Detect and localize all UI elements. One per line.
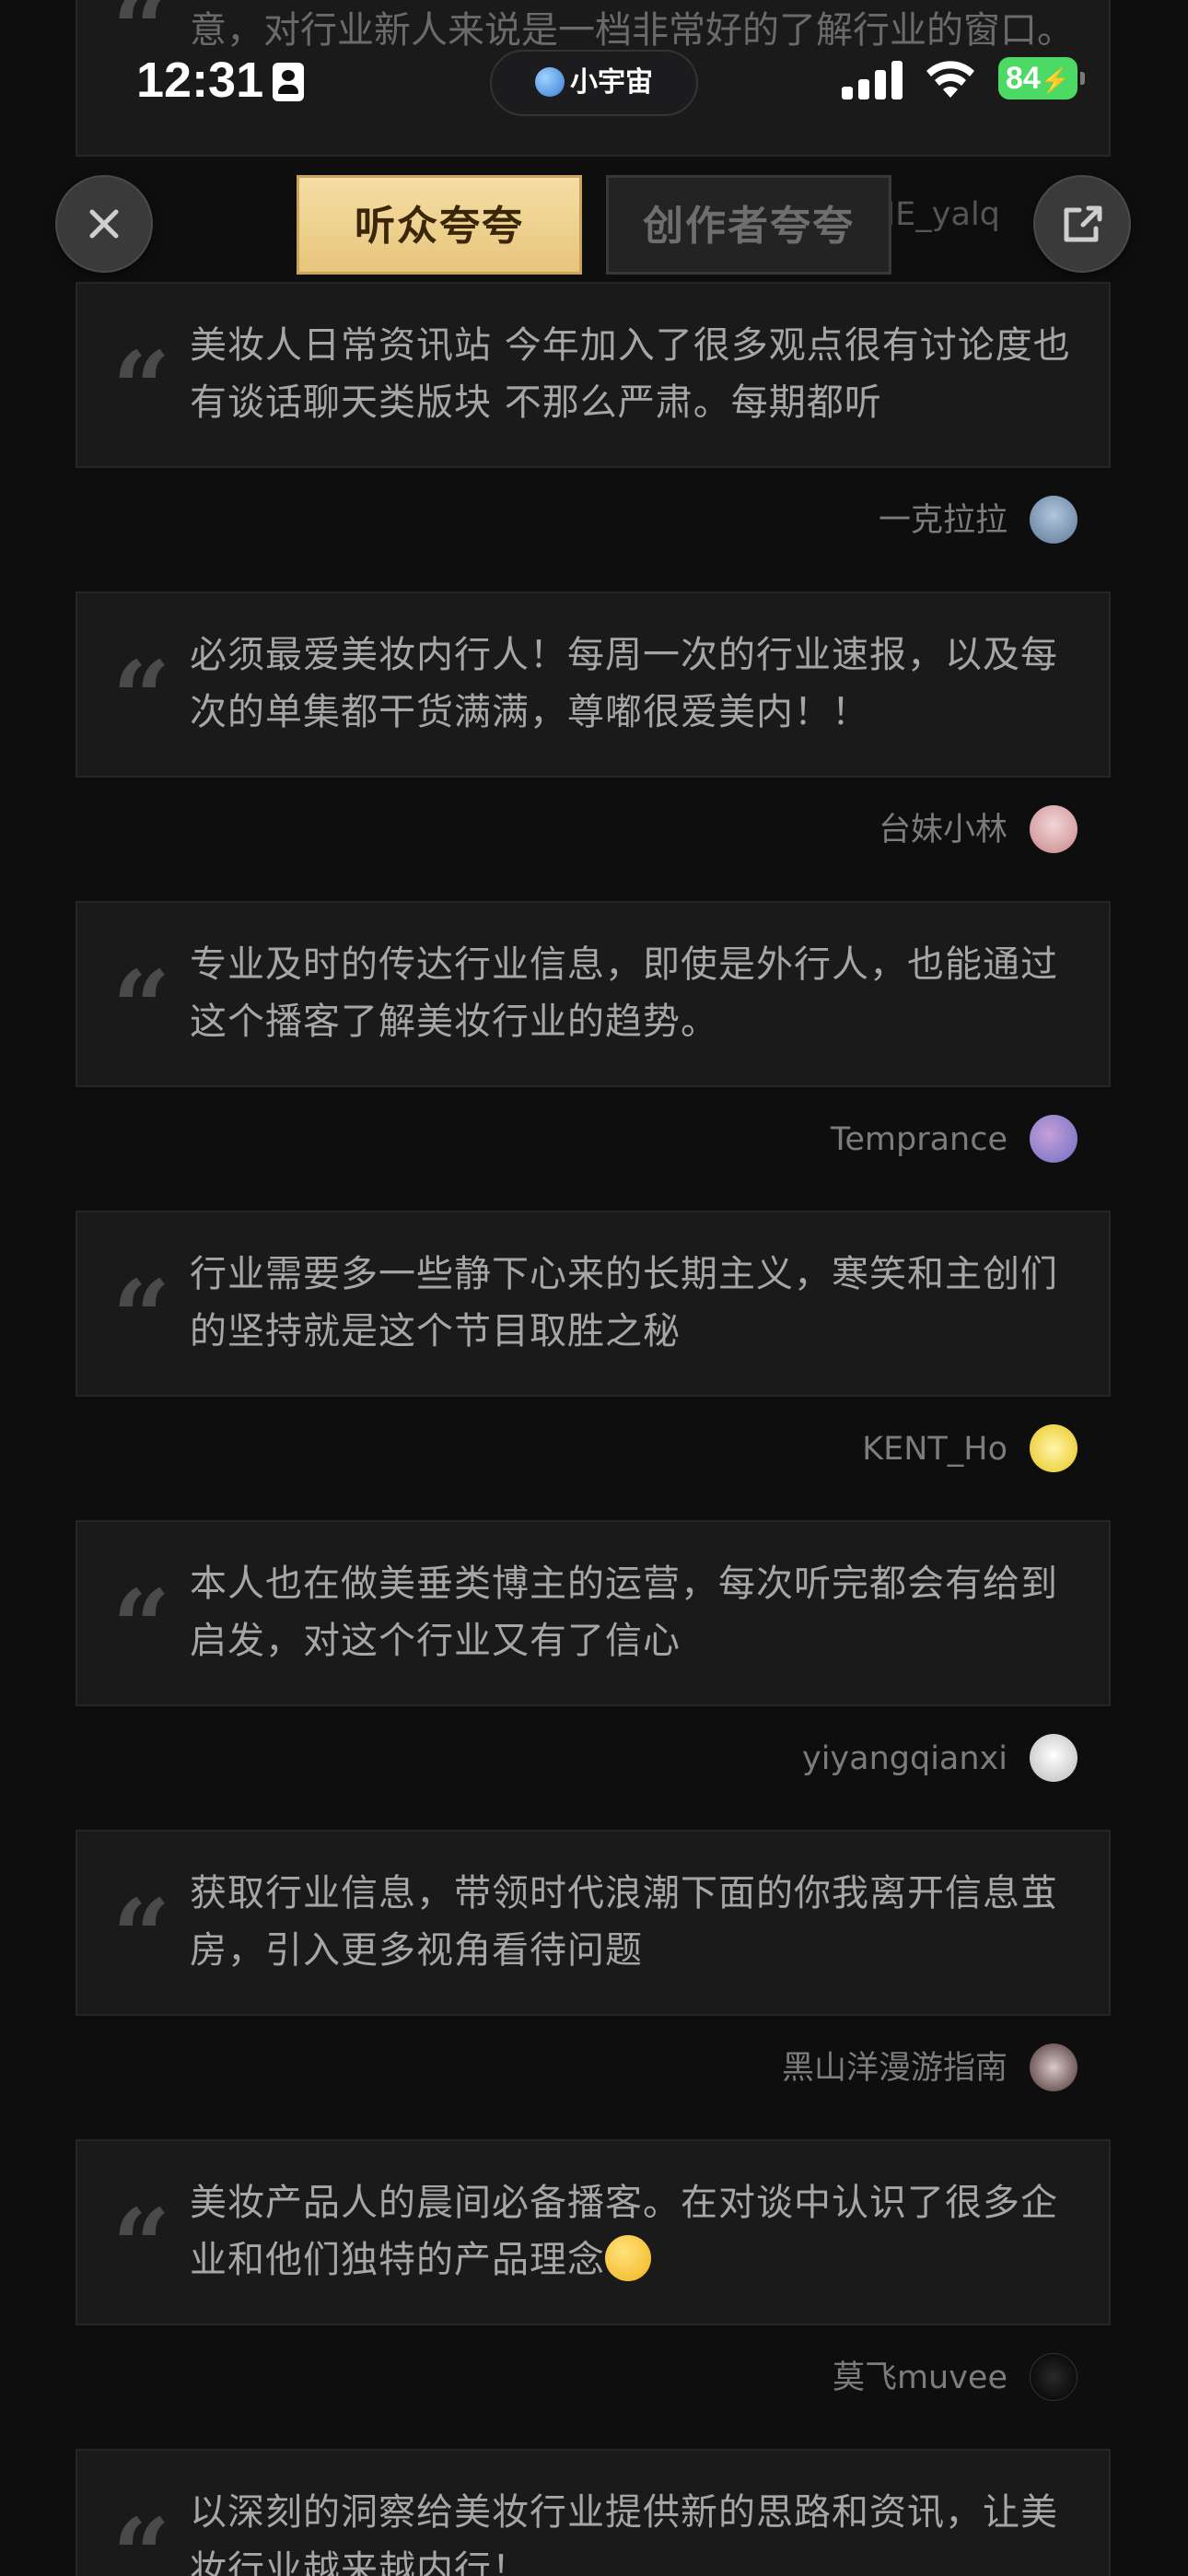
- quote-icon: “: [112, 948, 171, 1067]
- review-text: 必须最爱美妆内行人！每周一次的行业速报，以及每次的单集都干货满满，尊嘟很爱美内！…: [190, 634, 1058, 733]
- star-struck-emoji-icon: [605, 2235, 651, 2281]
- screen: “ 意，对行业新人来说是一档非常好的了解行业的窗口。 NE_yalq 12:31…: [0, 0, 1188, 2576]
- review-card: “ 必须最爱美妆内行人！每周一次的行业速报，以及每次的单集都干货满满，尊嘟很爱美…: [76, 591, 1111, 778]
- review-text: 获取行业信息，带领时代浪潮下面的你我离开信息茧房，引入更多视角看待问题: [190, 1872, 1058, 1972]
- review-card: “ 美妆人日常资讯站 今年加入了很多观点很有讨论度也有谈话聊天类版块 不那么严肃…: [76, 282, 1111, 468]
- review-card: “ 行业需要多一些静下心来的长期主义，寒笑和主创们的坚持就是这个节目取胜之秘: [76, 1211, 1111, 1397]
- avatar[interactable]: [1030, 1424, 1077, 1472]
- status-time: 12:31: [136, 53, 264, 108]
- review-author: Temprance: [830, 1121, 1007, 1158]
- planet-icon: [535, 67, 565, 97]
- quote-icon: “: [112, 2186, 171, 2305]
- review-card: “ 本人也在做美垂类博主的运营，每次听完都会有给到启发，对这个行业又有了信心: [76, 1520, 1111, 1706]
- review-card: “ 美妆产品人的晨间必备播客。在对谈中认识了很多企业和他们独特的产品理念: [76, 2139, 1111, 2325]
- review-card: “ 以深刻的洞察给美妆行业提供新的思路和资讯，让美妆行业越来越内行！: [76, 2449, 1111, 2576]
- review-author: 黑山洋漫游指南: [781, 2050, 1007, 2087]
- tab-listeners[interactable]: 听众夸夸: [297, 175, 582, 275]
- battery-icon: 84⚡: [998, 57, 1085, 100]
- island-label: 小宇宙: [570, 66, 653, 99]
- review-text: 本人也在做美垂类博主的运营，每次听完都会有给到启发，对这个行业又有了信心: [190, 1563, 1058, 1662]
- review-author: 台妹小林: [878, 812, 1007, 849]
- review-text: 以深刻的洞察给美妆行业提供新的思路和资讯，让美妆行业越来越内行！: [190, 2491, 1058, 2576]
- close-button[interactable]: [55, 175, 153, 273]
- review-author: KENT_Ho: [862, 1431, 1007, 1468]
- review-text: 美妆人日常资讯站 今年加入了很多观点很有讨论度也有谈话聊天类版块 不那么严肃。每…: [190, 324, 1071, 424]
- battery-level: 84: [1006, 61, 1041, 96]
- share-button[interactable]: [1033, 175, 1131, 273]
- review-text: 行业需要多一些静下心来的长期主义，寒笑和主创们的坚持就是这个节目取胜之秘: [190, 1253, 1058, 1352]
- review-author: yiyangqianxi: [801, 1740, 1007, 1777]
- review-text: 美妆产品人的晨间必备播客。在对谈中认识了很多企业和他们独特的产品理念: [190, 2174, 1074, 2289]
- app-island[interactable]: 小宇宙: [490, 50, 698, 116]
- quote-icon: “: [112, 2496, 171, 2576]
- quote-icon: “: [112, 1877, 171, 1996]
- review-card: “ 专业及时的传达行业信息，即使是外行人，也能通过这个播客了解美妆行业的趋势。: [76, 901, 1111, 1087]
- wifi-icon: [926, 61, 974, 98]
- tab-creators[interactable]: 创作者夸夸: [606, 175, 891, 275]
- avatar[interactable]: [1030, 2043, 1077, 2091]
- review-card: “ 获取行业信息，带领时代浪潮下面的你我离开信息茧房，引入更多视角看待问题: [76, 1830, 1111, 2016]
- avatar[interactable]: [1030, 1115, 1077, 1163]
- quote-icon: “: [112, 329, 171, 448]
- review-author: 莫飞muvee: [832, 2359, 1007, 2396]
- avatar[interactable]: [1030, 805, 1077, 853]
- quote-icon: “: [112, 1258, 171, 1376]
- review-text: 专业及时的传达行业信息，即使是外行人，也能通过这个播客了解美妆行业的趋势。: [190, 943, 1058, 1043]
- id-card-icon: [273, 63, 304, 101]
- close-icon: [89, 209, 119, 239]
- signal-icon: [842, 59, 906, 100]
- avatar[interactable]: [1030, 1734, 1077, 1782]
- avatar[interactable]: [1030, 496, 1077, 544]
- quote-icon: “: [112, 638, 171, 757]
- status-bar: 12:31 小宇宙 84⚡: [0, 0, 1188, 166]
- avatar[interactable]: [1030, 2353, 1077, 2401]
- review-author: 一克拉拉: [878, 502, 1007, 539]
- share-icon: [1064, 205, 1102, 242]
- quote-icon: “: [112, 1567, 171, 1686]
